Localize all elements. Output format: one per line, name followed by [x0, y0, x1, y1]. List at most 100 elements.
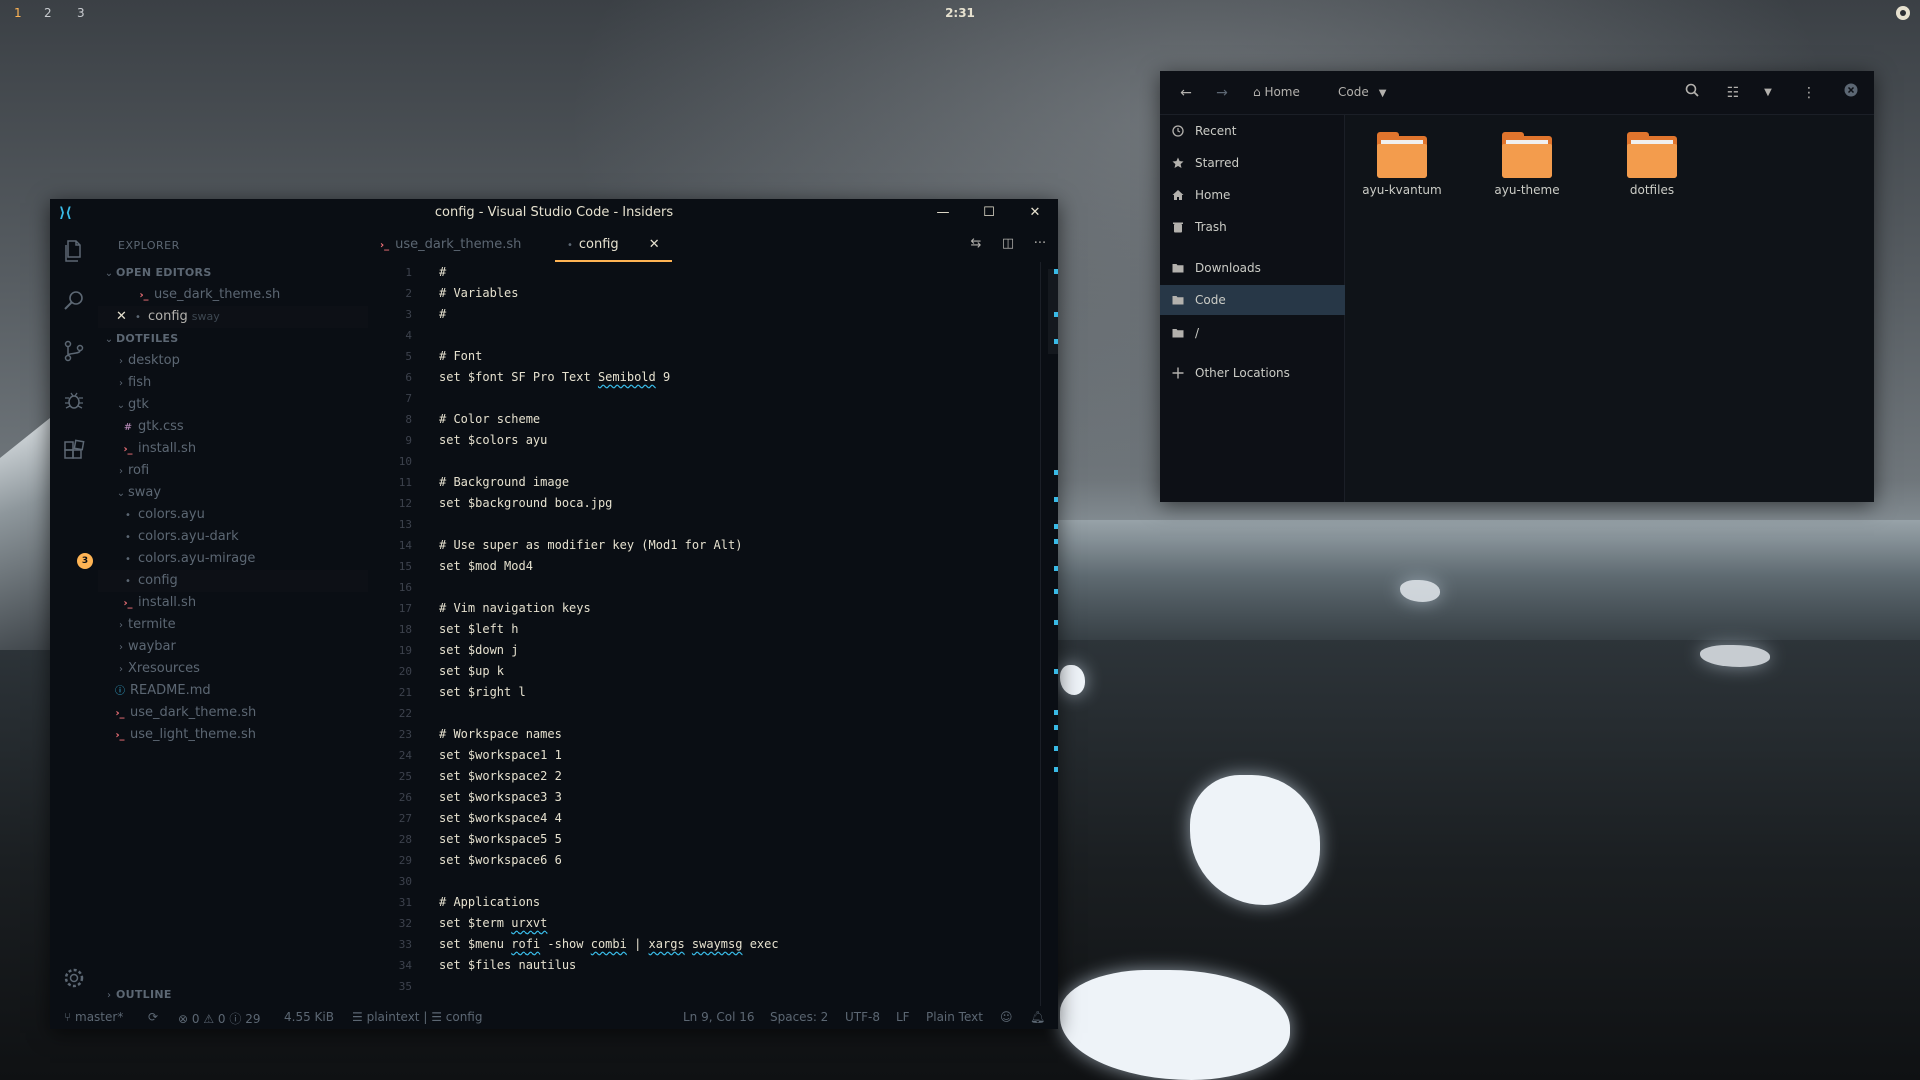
code-line[interactable]: 11 # Background image	[368, 472, 1018, 493]
maximize-button[interactable]: ☐	[979, 203, 999, 223]
folder-item[interactable]: ayu-kvantum	[1352, 132, 1452, 197]
bell-icon[interactable]: 🔔︎	[1030, 1010, 1045, 1024]
tree-file[interactable]: ⓘ README.md	[98, 680, 368, 702]
encoding-status[interactable]: UTF-8	[845, 1010, 880, 1024]
extensions-icon[interactable]	[62, 439, 86, 463]
code-line[interactable]: 9 set $colors ayu	[368, 430, 1018, 451]
code-line[interactable]: 25 set $workspace2 2	[368, 766, 1018, 787]
code-line[interactable]: 31 # Applications	[368, 892, 1018, 913]
indentation-status[interactable]: Spaces: 2	[770, 1010, 828, 1024]
tree-folder[interactable]: ⌄ sway	[98, 482, 368, 504]
sidebar-item-other-locations[interactable]: Other Locations	[1160, 358, 1345, 388]
tree-file[interactable]: ›_ install.sh	[98, 592, 368, 614]
tree-file-selected[interactable]: • config	[98, 570, 368, 592]
language-status[interactable]: Plain Text	[926, 1010, 983, 1024]
sidebar-item-downloads[interactable]: Downloads	[1160, 253, 1345, 283]
code-line[interactable]: 4	[368, 325, 1018, 346]
sidebar-item-code[interactable]: Code	[1160, 285, 1345, 315]
code-line[interactable]: 1 #	[368, 262, 1018, 283]
problems-status[interactable]: ⊗ 0 ⚠ 0 ⓘ 29	[178, 1010, 261, 1027]
menu-icon[interactable]: ⋮	[1799, 83, 1819, 103]
source-control-icon[interactable]	[62, 339, 86, 363]
dotfiles-section[interactable]: ⌄ DOTFILES	[98, 328, 368, 350]
sidebar-item-starred[interactable]: Starred	[1160, 148, 1345, 178]
close-window-icon[interactable]	[1841, 83, 1861, 103]
close-button[interactable]: ✕	[1025, 203, 1045, 223]
open-changes-icon[interactable]: ⇆	[968, 236, 984, 252]
code-editor[interactable]: 1 #2 # Variables 3 #4 5 # Font 6 set $font SF Pr…	[368, 262, 1018, 1006]
sidebar-item-root[interactable]: /	[1160, 318, 1345, 348]
sidebar-item-recent[interactable]: Recent	[1160, 116, 1345, 146]
code-line[interactable]: 29 set $workspace6 6	[368, 850, 1018, 871]
tab-config[interactable]: • config ✕	[555, 227, 672, 262]
view-list-icon[interactable]: ☷	[1723, 83, 1743, 103]
breadcrumb-status[interactable]: ☰ plaintext | ☰ config	[352, 1010, 483, 1024]
breadcrumb-home[interactable]: ⌂ Home	[1253, 85, 1300, 99]
tree-folder[interactable]: › desktop	[98, 350, 368, 372]
code-line[interactable]: 13	[368, 514, 1018, 535]
code-line[interactable]: 30	[368, 871, 1018, 892]
code-line[interactable]: 3 #	[368, 304, 1018, 325]
open-editor-item[interactable]: ✕ • config sway	[98, 306, 368, 328]
code-line[interactable]: 15 set $mod Mod4	[368, 556, 1018, 577]
minimize-button[interactable]: —	[933, 203, 953, 223]
code-line[interactable]: 12 set $background boca.jpg	[368, 493, 1018, 514]
tree-folder[interactable]: › fish	[98, 372, 368, 394]
code-line[interactable]: 21 set $right l	[368, 682, 1018, 703]
feedback-icon[interactable]: ☺	[1000, 1010, 1013, 1024]
code-line[interactable]: 33 set $menu rofi -show combi | xargs swa…	[368, 934, 1018, 955]
code-line[interactable]: 20 set $up k	[368, 661, 1018, 682]
code-line[interactable]: 35	[368, 976, 1018, 997]
code-line[interactable]: 19 set $down j	[368, 640, 1018, 661]
code-line[interactable]: 22	[368, 703, 1018, 724]
code-line[interactable]: 27 set $workspace4 4	[368, 808, 1018, 829]
code-line[interactable]: 8 # Color scheme	[368, 409, 1018, 430]
code-line[interactable]: 32 set $term urxvt	[368, 913, 1018, 934]
code-line[interactable]: 5 # Font	[368, 346, 1018, 367]
code-line[interactable]: 10	[368, 451, 1018, 472]
gear-icon[interactable]	[62, 966, 86, 990]
tree-folder[interactable]: › waybar	[98, 636, 368, 658]
back-arrow-icon[interactable]: ←	[1176, 83, 1196, 103]
tree-folder[interactable]: › Xresources	[98, 658, 368, 680]
open-editors-section[interactable]: ⌄ OPEN EDITORS	[98, 262, 368, 284]
tab-use-dark-theme[interactable]: ›_ use_dark_theme.sh	[368, 227, 533, 262]
code-line[interactable]: 2 # Variables	[368, 283, 1018, 304]
close-editor-icon[interactable]: ✕	[116, 306, 132, 328]
sidebar-item-trash[interactable]: Trash	[1160, 212, 1345, 242]
sync-icon[interactable]: ⟳	[148, 1010, 158, 1024]
tree-file[interactable]: ›_ use_dark_theme.sh	[98, 702, 368, 724]
forward-arrow-icon[interactable]: →	[1212, 83, 1232, 103]
code-line[interactable]: 7	[368, 388, 1018, 409]
debug-icon[interactable]	[62, 389, 86, 413]
tree-file[interactable]: • colors.ayu-mirage	[98, 548, 368, 570]
code-line[interactable]: 23 # Workspace names	[368, 724, 1018, 745]
tree-file[interactable]: ›_ use_light_theme.sh	[98, 724, 368, 746]
tree-folder[interactable]: › termite	[98, 614, 368, 636]
tree-file[interactable]: ›_ install.sh	[98, 438, 368, 460]
code-line[interactable]: 6 set $font SF Pro Text Semibold 9	[368, 367, 1018, 388]
code-line[interactable]: 24 set $workspace1 1	[368, 745, 1018, 766]
folder-item[interactable]: dotfiles	[1602, 132, 1702, 197]
branch-status[interactable]: ⑂ master*	[64, 1010, 123, 1024]
tree-folder[interactable]: ⌄ gtk	[98, 394, 368, 416]
sidebar-item-home[interactable]: Home	[1160, 180, 1345, 210]
search-icon[interactable]	[62, 289, 86, 313]
explorer-icon[interactable]	[62, 239, 86, 263]
tree-file[interactable]: • colors.ayu-dark	[98, 526, 368, 548]
code-line[interactable]: 16	[368, 577, 1018, 598]
steam-tray-icon[interactable]	[1896, 6, 1910, 20]
code-line[interactable]: 26 set $workspace3 3	[368, 787, 1018, 808]
code-line[interactable]: 18 set $left h	[368, 619, 1018, 640]
outline-section[interactable]: › OUTLINE	[98, 984, 368, 1006]
code-line[interactable]: 14 # Use super as modifier key (Mod1 for …	[368, 535, 1018, 556]
eol-status[interactable]: LF	[896, 1010, 910, 1024]
tree-folder[interactable]: › rofi	[98, 460, 368, 482]
more-actions-icon[interactable]: ···	[1032, 236, 1048, 252]
code-line[interactable]: 34 set $files nautilus	[368, 955, 1018, 976]
breadcrumb-current[interactable]: Code ▼	[1338, 85, 1386, 99]
open-editor-item[interactable]: ›_ use_dark_theme.sh	[98, 284, 368, 306]
code-line[interactable]: 28 set $workspace5 5	[368, 829, 1018, 850]
code-line[interactable]: 17 # Vim navigation keys	[368, 598, 1018, 619]
tree-file[interactable]: • colors.ayu	[98, 504, 368, 526]
